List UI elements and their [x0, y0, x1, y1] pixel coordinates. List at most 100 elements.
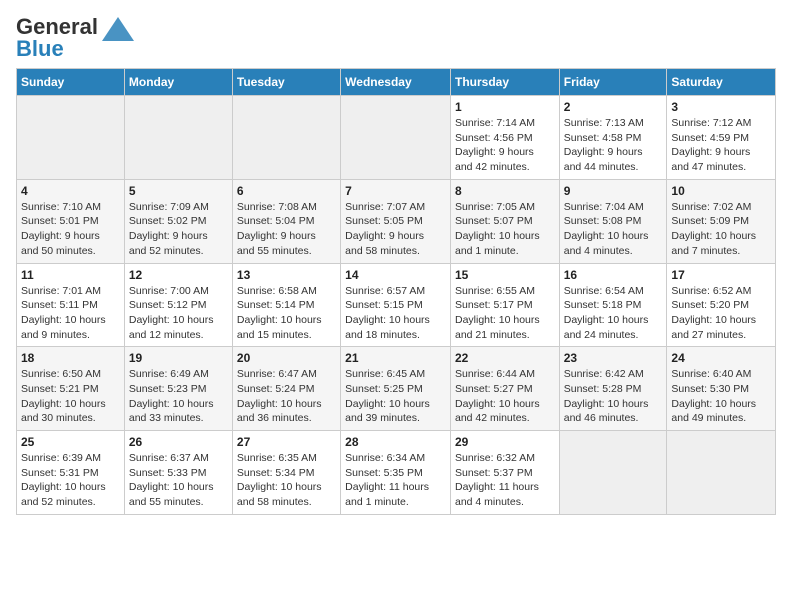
calendar-cell: 9 Sunrise: 7:04 AM Sunset: 5:08 PM Daylig… [559, 179, 667, 263]
day-info: Sunrise: 7:01 AM Sunset: 5:11 PM Dayligh… [21, 284, 120, 343]
day-number: 15 [455, 268, 555, 282]
day-info: Sunrise: 6:55 AM Sunset: 5:17 PM Dayligh… [455, 284, 555, 343]
day-number: 23 [564, 351, 663, 365]
logo: General Blue [16, 16, 134, 60]
day-number: 16 [564, 268, 663, 282]
day-info: Sunrise: 6:54 AM Sunset: 5:18 PM Dayligh… [564, 284, 663, 343]
day-info: Sunrise: 6:57 AM Sunset: 5:15 PM Dayligh… [345, 284, 446, 343]
day-number: 14 [345, 268, 446, 282]
column-header-saturday: Saturday [667, 69, 776, 96]
calendar-cell: 13Sunrise: 6:58 AM Sunset: 5:14 PM Dayli… [232, 263, 340, 347]
day-number: 7 [345, 184, 446, 198]
calendar-cell: 23Sunrise: 6:42 AM Sunset: 5:28 PM Dayli… [559, 347, 667, 431]
calendar-cell: 10 Sunrise: 7:02 AM Sunset: 5:09 PM Dayli… [667, 179, 776, 263]
day-number: 3 [671, 100, 771, 114]
calendar-table: SundayMondayTuesdayWednesdayThursdayFrid… [16, 68, 776, 515]
day-number: 12 [129, 268, 228, 282]
day-number: 1 [455, 100, 555, 114]
calendar-cell [667, 431, 776, 515]
day-info: Sunrise: 7:02 AM Sunset: 5:09 PM Dayligh… [671, 200, 771, 259]
logo-icon [102, 17, 134, 41]
day-info: Sunrise: 7:10 AM Sunset: 5:01 PM Dayligh… [21, 200, 120, 259]
calendar-cell: 28 Sunrise: 6:34 AM Sunset: 5:35 PM Dayli… [341, 431, 451, 515]
calendar-cell: 2 Sunrise: 7:13 AM Sunset: 4:58 PM Daylig… [559, 96, 667, 180]
logo-blue: Blue [16, 36, 64, 61]
day-number: 28 [345, 435, 446, 449]
calendar-cell: 8 Sunrise: 7:05 AM Sunset: 5:07 PM Daylig… [450, 179, 559, 263]
day-info: Sunrise: 6:50 AM Sunset: 5:21 PM Dayligh… [21, 367, 120, 426]
day-info: Sunrise: 6:44 AM Sunset: 5:27 PM Dayligh… [455, 367, 555, 426]
column-header-sunday: Sunday [17, 69, 125, 96]
calendar-cell: 6 Sunrise: 7:08 AM Sunset: 5:04 PM Daylig… [232, 179, 340, 263]
day-info: Sunrise: 6:34 AM Sunset: 5:35 PM Dayligh… [345, 451, 446, 510]
calendar-cell: 4Sunrise: 7:10 AM Sunset: 5:01 PM Daylig… [17, 179, 125, 263]
column-header-monday: Monday [124, 69, 232, 96]
day-number: 17 [671, 268, 771, 282]
page-header: General Blue [16, 16, 776, 60]
calendar-cell [559, 431, 667, 515]
day-info: Sunrise: 6:35 AM Sunset: 5:34 PM Dayligh… [237, 451, 336, 510]
column-header-tuesday: Tuesday [232, 69, 340, 96]
day-number: 26 [129, 435, 228, 449]
calendar-cell: 15 Sunrise: 6:55 AM Sunset: 5:17 PM Dayli… [450, 263, 559, 347]
day-number: 8 [455, 184, 555, 198]
column-header-wednesday: Wednesday [341, 69, 451, 96]
calendar-week-row: 11Sunrise: 7:01 AM Sunset: 5:11 PM Dayli… [17, 263, 776, 347]
calendar-cell: 22 Sunrise: 6:44 AM Sunset: 5:27 PM Dayli… [450, 347, 559, 431]
calendar-cell: 20 Sunrise: 6:47 AM Sunset: 5:24 PM Dayli… [232, 347, 340, 431]
calendar-cell: 27Sunrise: 6:35 AM Sunset: 5:34 PM Dayli… [232, 431, 340, 515]
calendar-cell: 26 Sunrise: 6:37 AM Sunset: 5:33 PM Dayli… [124, 431, 232, 515]
calendar-cell: 21 Sunrise: 6:45 AM Sunset: 5:25 PM Dayli… [341, 347, 451, 431]
day-info: Sunrise: 6:47 AM Sunset: 5:24 PM Dayligh… [237, 367, 336, 426]
calendar-week-row: 4Sunrise: 7:10 AM Sunset: 5:01 PM Daylig… [17, 179, 776, 263]
calendar-cell: 29 Sunrise: 6:32 AM Sunset: 5:37 PM Dayli… [450, 431, 559, 515]
calendar-cell: 24Sunrise: 6:40 AM Sunset: 5:30 PM Dayli… [667, 347, 776, 431]
day-number: 5 [129, 184, 228, 198]
day-number: 29 [455, 435, 555, 449]
calendar-cell: 17Sunrise: 6:52 AM Sunset: 5:20 PM Dayli… [667, 263, 776, 347]
calendar-cell: 19Sunrise: 6:49 AM Sunset: 5:23 PM Dayli… [124, 347, 232, 431]
calendar-cell [232, 96, 340, 180]
calendar-cell: 3 Sunrise: 7:12 AM Sunset: 4:59 PM Daylig… [667, 96, 776, 180]
day-info: Sunrise: 7:09 AM Sunset: 5:02 PM Dayligh… [129, 200, 228, 259]
day-number: 21 [345, 351, 446, 365]
day-info: Sunrise: 6:37 AM Sunset: 5:33 PM Dayligh… [129, 451, 228, 510]
calendar-cell: 12 Sunrise: 7:00 AM Sunset: 5:12 PM Dayli… [124, 263, 232, 347]
calendar-cell [341, 96, 451, 180]
day-number: 6 [237, 184, 336, 198]
calendar-header: SundayMondayTuesdayWednesdayThursdayFrid… [17, 69, 776, 96]
day-info: Sunrise: 7:00 AM Sunset: 5:12 PM Dayligh… [129, 284, 228, 343]
day-info: Sunrise: 7:14 AM Sunset: 4:56 PM Dayligh… [455, 116, 555, 175]
day-number: 20 [237, 351, 336, 365]
day-info: Sunrise: 7:05 AM Sunset: 5:07 PM Dayligh… [455, 200, 555, 259]
calendar-week-row: 18Sunrise: 6:50 AM Sunset: 5:21 PM Dayli… [17, 347, 776, 431]
day-info: Sunrise: 6:45 AM Sunset: 5:25 PM Dayligh… [345, 367, 446, 426]
column-header-thursday: Thursday [450, 69, 559, 96]
calendar-cell: 11Sunrise: 7:01 AM Sunset: 5:11 PM Dayli… [17, 263, 125, 347]
day-info: Sunrise: 7:12 AM Sunset: 4:59 PM Dayligh… [671, 116, 771, 175]
calendar-cell: 14 Sunrise: 6:57 AM Sunset: 5:15 PM Dayli… [341, 263, 451, 347]
calendar-cell: 16 Sunrise: 6:54 AM Sunset: 5:18 PM Dayli… [559, 263, 667, 347]
calendar-cell [124, 96, 232, 180]
calendar-cell: 7 Sunrise: 7:07 AM Sunset: 5:05 PM Daylig… [341, 179, 451, 263]
day-info: Sunrise: 6:49 AM Sunset: 5:23 PM Dayligh… [129, 367, 228, 426]
day-number: 2 [564, 100, 663, 114]
calendar-cell: 25 Sunrise: 6:39 AM Sunset: 5:31 PM Dayli… [17, 431, 125, 515]
logo-text: General Blue [16, 16, 98, 60]
day-info: Sunrise: 7:13 AM Sunset: 4:58 PM Dayligh… [564, 116, 663, 175]
calendar-cell: 5 Sunrise: 7:09 AM Sunset: 5:02 PM Daylig… [124, 179, 232, 263]
calendar-cell: 1 Sunrise: 7:14 AM Sunset: 4:56 PM Daylig… [450, 96, 559, 180]
day-number: 22 [455, 351, 555, 365]
day-info: Sunrise: 7:07 AM Sunset: 5:05 PM Dayligh… [345, 200, 446, 259]
calendar-week-row: 1 Sunrise: 7:14 AM Sunset: 4:56 PM Daylig… [17, 96, 776, 180]
column-header-friday: Friday [559, 69, 667, 96]
calendar-cell: 18Sunrise: 6:50 AM Sunset: 5:21 PM Dayli… [17, 347, 125, 431]
day-number: 10 [671, 184, 771, 198]
day-info: Sunrise: 6:39 AM Sunset: 5:31 PM Dayligh… [21, 451, 120, 510]
day-number: 9 [564, 184, 663, 198]
day-number: 25 [21, 435, 120, 449]
day-info: Sunrise: 7:08 AM Sunset: 5:04 PM Dayligh… [237, 200, 336, 259]
calendar-week-row: 25 Sunrise: 6:39 AM Sunset: 5:31 PM Dayli… [17, 431, 776, 515]
day-info: Sunrise: 6:32 AM Sunset: 5:37 PM Dayligh… [455, 451, 555, 510]
day-info: Sunrise: 7:04 AM Sunset: 5:08 PM Dayligh… [564, 200, 663, 259]
